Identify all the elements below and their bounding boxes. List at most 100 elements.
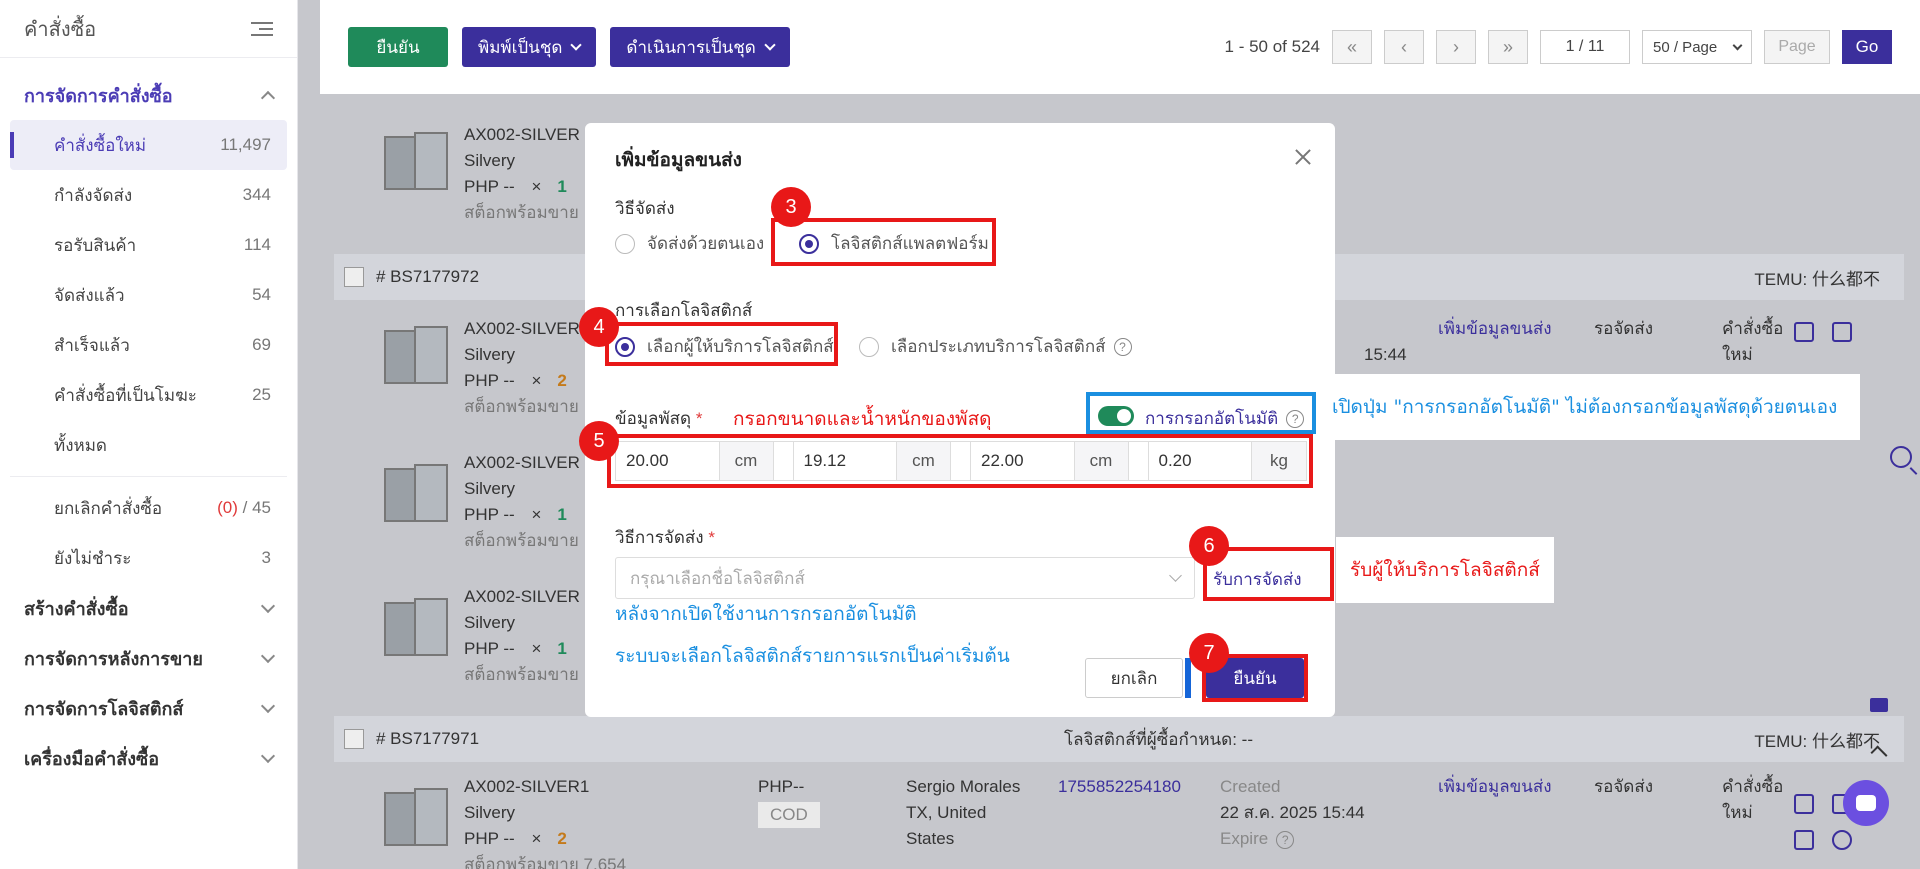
batch-print-button[interactable]: พิมพ์เป็นชุด — [462, 27, 597, 67]
sidebar-item-new-orders[interactable]: คำสั่งซื้อใหม่ 11,497 — [10, 120, 287, 170]
product-image — [384, 324, 448, 388]
sidebar-item-completed[interactable]: สำเร็จแล้ว 69 — [10, 320, 287, 370]
product-info: AX002-SILVER Silvery PHP -- × 1 สต็อกพร้อ… — [464, 584, 580, 688]
times-sign: × — [531, 177, 542, 196]
created-label: Created — [1220, 777, 1281, 796]
buyer-logistics-note: โลจิสติกส์ที่ผู้ซื้อกำหนด: -- — [1064, 729, 1253, 749]
cancel-button[interactable]: ยกเลิก — [1085, 658, 1183, 698]
section-label: การจัดการโลจิสติกส์ — [24, 698, 184, 719]
toolbar: ยืนยัน พิมพ์เป็นชุด ดำเนินการเป็นชุด 1 -… — [320, 0, 1920, 94]
sidebar-header: คำสั่งซื้อ — [0, 0, 297, 58]
help-icon[interactable]: ? — [1113, 337, 1132, 356]
next-page-button[interactable]: › — [1436, 30, 1476, 64]
refresh-icon[interactable] — [1832, 830, 1852, 850]
prev-page-button[interactable]: ‹ — [1384, 30, 1424, 64]
created-date: 22 ส.ค. 2025 15:44 — [1220, 803, 1365, 822]
sidebar-item-shipped[interactable]: จัดส่งแล้ว 54 — [10, 270, 287, 320]
sidebar-item-label: คำสั่งซื้อใหม่ — [54, 135, 147, 155]
product-color: Silvery — [464, 479, 516, 498]
page-range: 1 - 50 of 524 — [1224, 37, 1320, 56]
parcel-info-label: ข้อมูลพัสดุ * — [615, 405, 702, 432]
section-logistics[interactable]: การจัดการโลจิสติกส์ — [0, 683, 297, 733]
package-icon[interactable] — [1794, 794, 1814, 814]
radio-self-ship[interactable]: จัดส่งด้วยตนเอง — [615, 230, 764, 257]
order-header: # BS7177971 โลจิสติกส์ที่ผู้ซื้อกำหนด: -… — [334, 716, 1904, 762]
chevron-down-icon — [260, 648, 276, 663]
sidebar-item-cancelled[interactable]: ยกเลิกคำสั่งซื้อ (0) / 45 — [10, 483, 287, 533]
sidebar-item-shipping[interactable]: กำลังจัดส่ง 344 — [10, 170, 287, 220]
auto-fill-tip-text: เปิดปุ่ม "การกรอกอัตโนมัติ" ไม่ต้องกรอกข… — [1332, 396, 1838, 418]
payment-cell: PHP-- COD — [758, 774, 820, 828]
sidebar-item-unpaid[interactable]: ยังไม่ชำระ 3 — [10, 533, 287, 583]
batch-process-label: ดำเนินการเป็นชุด — [626, 37, 756, 57]
pagination: 1 - 50 of 524 « ‹ › » 1 / 11 50 / Page P… — [1225, 30, 1892, 64]
confirm-button[interactable]: ยืนยัน — [348, 27, 448, 67]
modal-title: เพิ่มข้อมูลขนส่ง — [615, 150, 742, 171]
buyer-location: TX, United — [906, 803, 987, 822]
radio-button — [859, 336, 879, 357]
chat-icon[interactable] — [1843, 780, 1889, 826]
sidebar-item-label: ทั้งหมด — [54, 435, 107, 455]
delivery-method-label: วิธีการจัดส่ง * — [615, 524, 715, 551]
close-icon[interactable] — [1293, 147, 1313, 167]
sidebar-item-label: จัดส่งแล้ว — [54, 285, 125, 305]
order-checkbox[interactable] — [344, 729, 364, 749]
annotation-box-auto-fill — [1086, 392, 1316, 434]
document-icon[interactable] — [1832, 322, 1852, 342]
back-to-top-icon[interactable] — [1862, 734, 1896, 768]
product-info: AX002-SILVER Silvery PHP -- × 1 สต็อกพร้อ… — [464, 122, 580, 226]
section-order-management[interactable]: การจัดการคำสั่งซื้อ — [0, 70, 297, 120]
package-icon[interactable] — [1794, 322, 1814, 342]
delivery-method-select[interactable]: กรุณาเลือกชื่อโลจิสติกส์ — [615, 557, 1195, 599]
annotation-box-5 — [607, 434, 1313, 488]
collapse-menu-icon[interactable] — [251, 20, 273, 38]
order-status: รอจัดส่ง — [1594, 777, 1654, 796]
chevron-down-icon — [260, 698, 276, 713]
product-image — [384, 786, 448, 850]
order-id: # BS7177971 — [376, 729, 480, 748]
order-checkbox[interactable] — [344, 267, 364, 287]
list-icon[interactable] — [1794, 830, 1814, 850]
product-sku: AX002-SILVER — [464, 587, 580, 606]
sidebar-item-awaiting-pickup[interactable]: รอรับสินค้า 114 — [10, 220, 287, 270]
sidebar-item-all[interactable]: ทั้งหมด — [10, 420, 287, 470]
section-after-sales[interactable]: การจัดการหลังการขาย — [0, 633, 297, 683]
first-page-button[interactable]: « — [1332, 30, 1372, 64]
section-label: เครื่องมือคำสั่งซื้อ — [24, 748, 160, 769]
order-status: รอจัดส่ง — [1594, 319, 1654, 338]
radio-select-service-type[interactable]: เลือกประเภทบริการโลจิสติกส์? — [859, 333, 1132, 360]
annotation-badge-5: 5 — [579, 421, 619, 461]
product-info: AX002-SILVER1 Silvery PHP -- × 2 สต็อกพร้… — [464, 774, 626, 869]
get-provider-tip-text: รับผู้ให้บริการโลจิสติกส์ — [1350, 559, 1540, 581]
notes-icon[interactable] — [1862, 688, 1896, 722]
search-icon[interactable] — [1890, 446, 1912, 468]
chevron-down-icon — [570, 39, 583, 51]
sidebar-item-count: 69 — [252, 335, 271, 354]
sidebar-item-count: 344 — [242, 185, 271, 204]
sidebar-item-label: คำสั่งซื้อที่เป็นโมฆะ — [54, 385, 197, 405]
last-page-button[interactable]: » — [1488, 30, 1528, 64]
product-price: PHP -- — [464, 829, 515, 848]
sidebar-item-label: กำลังจัดส่ง — [54, 185, 133, 205]
annotation-badge-3: 3 — [771, 187, 811, 227]
product-qty: 1 — [557, 639, 567, 658]
product-stock: สต็อกพร้อมขาย — [464, 203, 579, 222]
section-create-order[interactable]: สร้างคำสั่งซื้อ — [0, 583, 297, 633]
page-jump-input[interactable]: Page — [1764, 30, 1830, 64]
payment-value: PHP-- — [758, 777, 805, 796]
order-type: คำสั่งซื้อ ใหม่ — [1722, 774, 1783, 826]
product-price: PHP -- — [464, 505, 515, 524]
batch-process-button[interactable]: ดำเนินการเป็นชุด — [610, 27, 790, 67]
sidebar-item-count: 114 — [243, 235, 271, 254]
product-image — [384, 596, 448, 660]
add-shipping-link[interactable]: เพิ่มข้อมูลขนส่ง — [1438, 316, 1552, 342]
sidebar-item-void[interactable]: คำสั่งซื้อที่เป็นโมฆะ 25 — [10, 370, 287, 420]
go-button[interactable]: Go — [1842, 30, 1892, 64]
section-order-tools[interactable]: เครื่องมือคำสั่งซื้อ — [0, 733, 297, 783]
add-shipping-link[interactable]: เพิ่มข้อมูลขนส่ง — [1438, 774, 1552, 800]
add-shipping-modal: เพิ่มข้อมูลขนส่ง วิธีจัดส่ง จัดส่งด้วยตน… — [579, 123, 1335, 717]
per-page-select[interactable]: 50 / Page — [1642, 30, 1752, 64]
times-sign: × — [531, 639, 542, 658]
section-order-management-label: การจัดการคำสั่งซื้อ — [24, 85, 173, 106]
tracking-link[interactable]: 1755852254180 — [1058, 774, 1181, 800]
